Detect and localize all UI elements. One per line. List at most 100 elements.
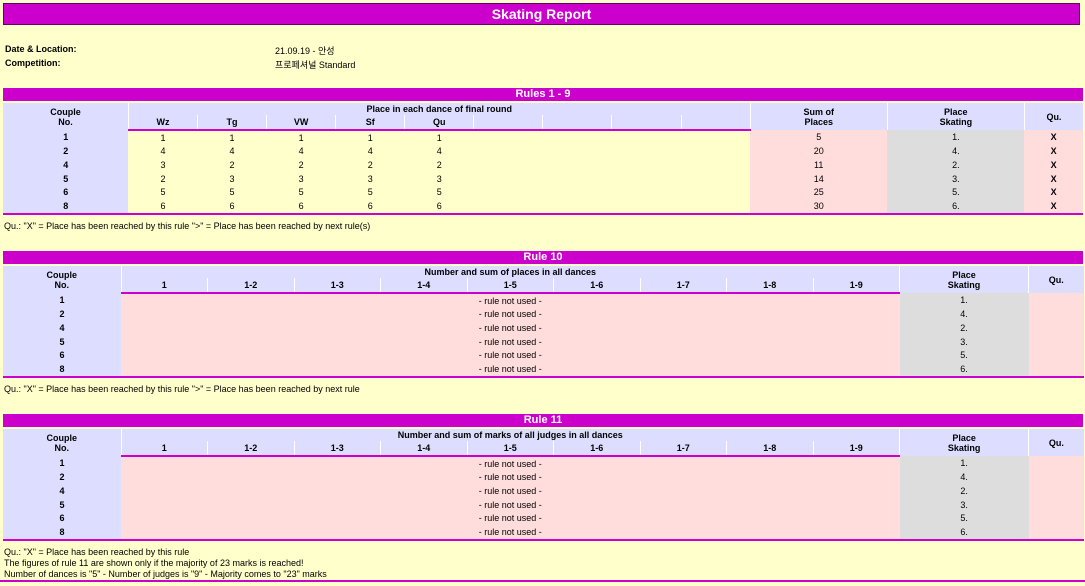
place-skating: 6. [899, 361, 1029, 378]
column-header: 1-9 [812, 278, 900, 294]
dance-place: 1 [335, 130, 405, 145]
column-header: 1-3 [293, 278, 381, 294]
dance-place [611, 198, 682, 215]
qualified-mark [1028, 497, 1084, 512]
table-row: 1 1 1 1 1 1 5 1. X [3, 130, 1083, 145]
column-header: 1-5 [466, 441, 554, 457]
qualified-mark [1028, 361, 1084, 378]
rule-not-used: - rule not used - [121, 321, 900, 335]
rules-1-9-table: Couple No. Place in each dance of final r… [3, 103, 1083, 215]
sum-of-places: 14 [750, 171, 888, 186]
couple-number: 2 [3, 144, 129, 159]
rule-not-used: - rule not used - [121, 497, 900, 512]
dance-place: 5 [266, 185, 336, 199]
place-skating-header: Place Skating [886, 103, 1025, 130]
qualified-mark [1028, 321, 1084, 335]
column-header: 1-7 [639, 441, 727, 457]
place-skating: 1. [899, 293, 1029, 308]
dance-header: Sf [335, 115, 405, 131]
dance-place [681, 198, 751, 215]
place-skating: 2. [899, 484, 1029, 498]
place-skating: 4. [899, 470, 1029, 485]
dance-place [681, 185, 751, 199]
place-skating: 5. [899, 348, 1029, 362]
table-row: 4- rule not used -2. [3, 484, 1084, 498]
qualified-mark: X [1024, 171, 1083, 186]
dance-place: 4 [197, 144, 267, 159]
couple-number: 5 [3, 334, 121, 349]
qualified-mark: X [1024, 144, 1083, 159]
qu-header: Qu. [1028, 266, 1084, 293]
couple-number: 2 [3, 470, 121, 485]
table-row: 6 5 5 5 5 5 25 5. X [3, 185, 1083, 199]
dance-place [611, 158, 682, 172]
dance-place [681, 171, 751, 186]
column-header: 1-8 [726, 441, 813, 457]
couple-number: 5 [3, 497, 121, 512]
column-header: 1-4 [380, 441, 467, 457]
rule-not-used: - rule not used - [121, 511, 900, 525]
dance-place: 6 [266, 198, 336, 215]
column-header: 1-5 [466, 278, 554, 294]
couple-number: 6 [3, 185, 129, 199]
place-skating: 6. [887, 198, 1025, 215]
dance-place: 5 [197, 185, 267, 199]
place-skating: 5. [899, 511, 1029, 525]
dance-header [473, 115, 543, 131]
column-header: 1-6 [553, 278, 640, 294]
place-skating: 4. [899, 307, 1029, 322]
dance-place: 4 [335, 144, 405, 159]
dance-place [611, 171, 682, 186]
rule-not-used: - rule not used - [121, 307, 900, 322]
qu-header: Qu. [1028, 429, 1084, 456]
couple-header: Couple No. [3, 266, 121, 293]
qualified-mark [1028, 307, 1084, 322]
dance-place [681, 158, 751, 172]
couple-number: 5 [3, 171, 129, 186]
place-skating: 2. [887, 158, 1025, 172]
table-row: 2 4 4 4 4 4 20 4. X [3, 144, 1083, 159]
place-skating: 5. [887, 185, 1025, 199]
qualified-mark [1028, 293, 1084, 308]
place-each-dance-header: Place in each dance of final round [127, 103, 751, 115]
couple-number: 1 [3, 293, 121, 308]
page-bottom-divider [0, 580, 1085, 582]
couple-number: 8 [3, 361, 121, 378]
dance-place: 1 [404, 130, 474, 145]
date-location-label: Date & Location: [5, 44, 77, 54]
dance-header: Wz [127, 115, 198, 131]
rule-10-table: Couple No. Number and sum of places in al… [3, 266, 1084, 378]
sum-of-places: 25 [750, 185, 888, 199]
couple-number: 4 [3, 158, 129, 172]
table-row: 5 2 3 3 3 3 14 3. X [3, 171, 1083, 186]
dance-header [611, 115, 682, 131]
rules-1-9-legend: Qu.: "X" = Place has been reached by thi… [4, 221, 371, 231]
rule-11-legend: Qu.: "X" = Place has been reached by thi… [4, 547, 190, 557]
dance-place: 5 [335, 185, 405, 199]
table-row: 4 3 2 2 2 2 11 2. X [3, 158, 1083, 172]
place-skating: 3. [887, 171, 1025, 186]
dance-place [473, 198, 543, 215]
dance-place [611, 185, 682, 199]
dance-place: 6 [335, 198, 405, 215]
rule-11-table: Couple No. Number and sum of marks of all… [3, 429, 1084, 541]
table-row: 8- rule not used -6. [3, 361, 1084, 378]
couple-number: 1 [3, 456, 121, 471]
dance-place [542, 198, 612, 215]
dance-place: 1 [128, 130, 198, 145]
couple-number: 6 [3, 511, 121, 525]
place-skating: 4. [887, 144, 1025, 159]
dance-place [542, 185, 612, 199]
qualified-mark [1028, 334, 1084, 349]
dance-place: 3 [266, 171, 336, 186]
dance-place [473, 171, 543, 186]
place-skating: 6. [899, 524, 1029, 541]
rule-11-count-note: Number of dances is "5" - Number of judg… [4, 569, 327, 579]
qualified-mark: X [1024, 130, 1083, 145]
dance-place [473, 185, 543, 199]
dance-place: 6 [128, 198, 198, 215]
column-header: 1-9 [812, 441, 900, 457]
column-header: 1-3 [293, 441, 381, 457]
dance-place: 3 [128, 158, 198, 172]
couple-number: 4 [3, 321, 121, 335]
